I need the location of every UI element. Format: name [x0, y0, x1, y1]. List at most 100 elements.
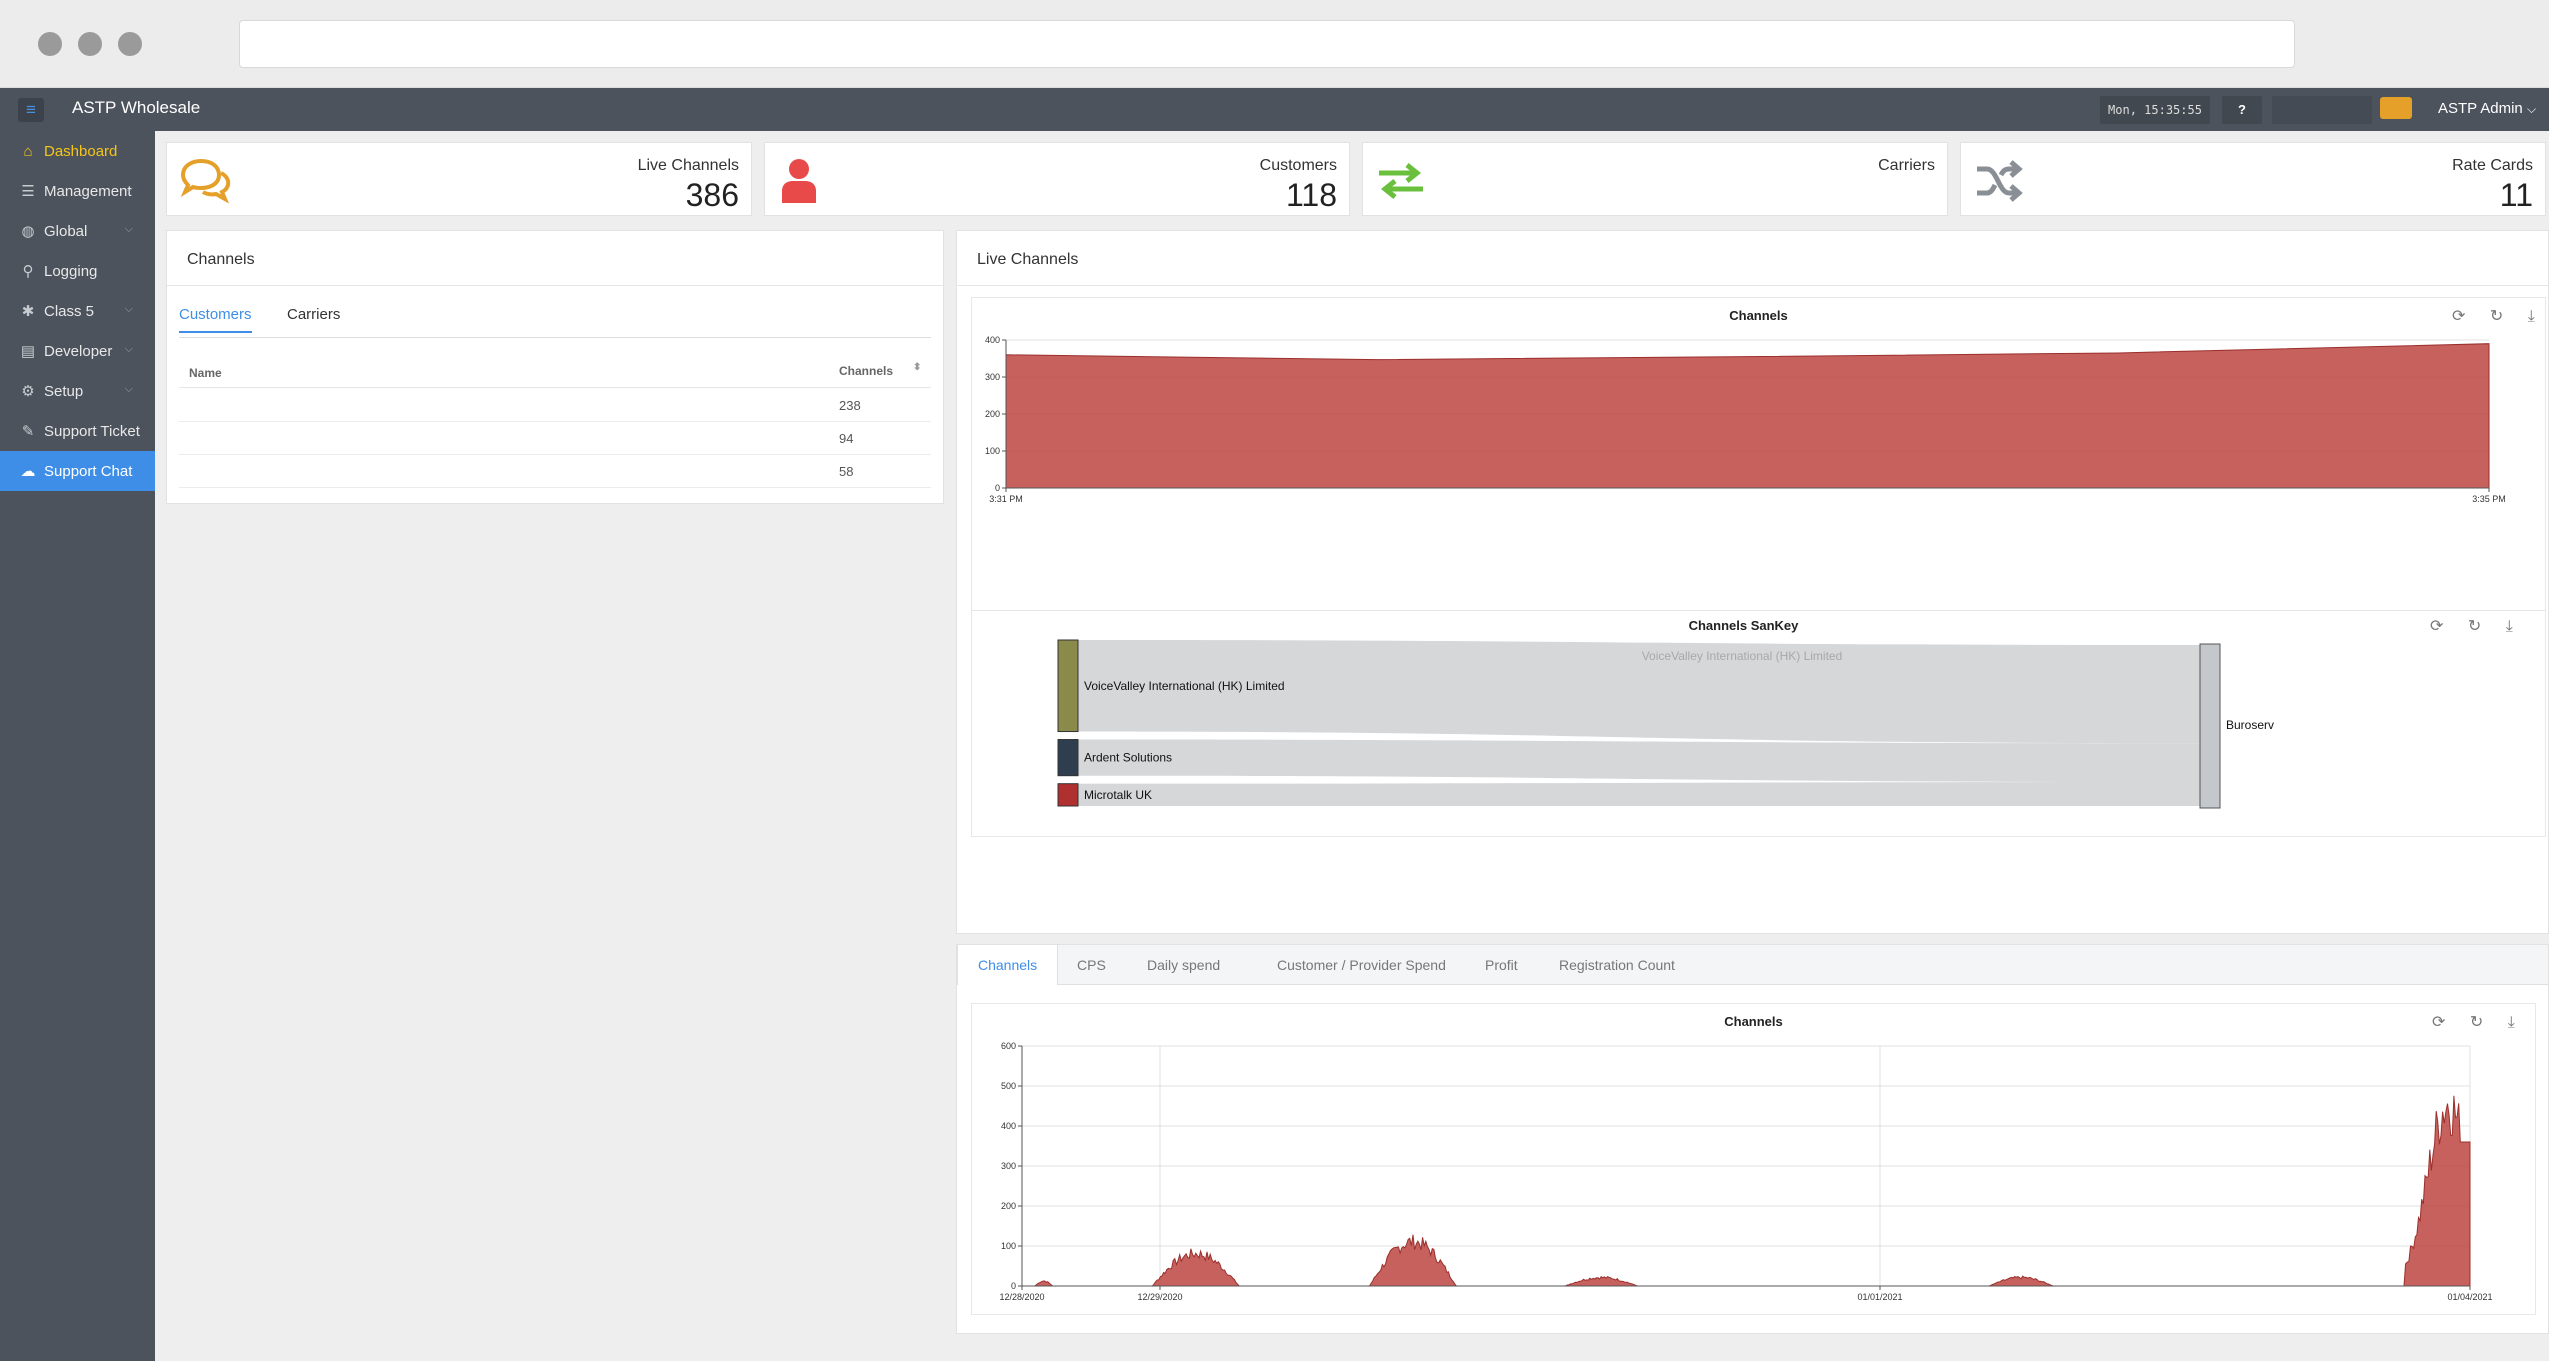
table-row[interactable]: 94	[179, 422, 931, 455]
divider	[972, 610, 2545, 611]
user-icon	[782, 159, 816, 203]
y-tick-label: 300	[1001, 1161, 1016, 1171]
cogs-icon: ⚙	[21, 383, 35, 400]
stat-label: Customers	[1259, 157, 1337, 174]
help-button[interactable]: ?	[2222, 96, 2262, 124]
file-code-icon: ▤	[20, 343, 36, 360]
list-icon: ☰	[21, 183, 35, 200]
stat-card-rate-cards[interactable]: Rate Cards 11	[1960, 142, 2546, 216]
y-tick-label: 0	[1011, 1281, 1016, 1291]
window-maximize-dot[interactable]	[118, 32, 142, 56]
sankey-link	[1078, 739, 2200, 783]
sidebar-item-support-chat[interactable]: ☁ Support Chat	[0, 451, 155, 491]
channels-sankey-chart: VoiceValley International (HK) Limited Ar…	[1057, 639, 2274, 809]
row-channels: 238	[839, 398, 861, 413]
sidebar-item-label: Developer	[44, 342, 113, 360]
y-tick-label: 200	[985, 409, 1000, 419]
channels-tabs: Customers Carriers	[179, 306, 931, 338]
ticket-icon: ✎	[21, 423, 35, 440]
sankey-node-label: Microtalk UK	[1084, 788, 1152, 802]
sidebar-item-management[interactable]: ☰ Management ⌵	[0, 171, 155, 211]
stat-value: 386	[685, 177, 739, 213]
live-channels-panel: Live Channels Channels ⟳ ↻ ⤓ 0 100 200 300 4…	[956, 230, 2549, 934]
sidebar-item-label: Dashboard	[44, 142, 118, 160]
sidebar-item-setup[interactable]: ⚙ Setup ⌵	[0, 371, 155, 411]
tab-customer-provider-spend[interactable]: Customer / Provider Spend	[1257, 945, 1466, 985]
chart-title: Channels	[1724, 1014, 1783, 1029]
sidebar-item-label: Class 5	[44, 302, 95, 320]
sankey-node-label: Ardent Solutions	[1084, 751, 1172, 765]
shuffle-icon	[1977, 160, 2023, 202]
column-header-name[interactable]: Name	[189, 366, 222, 380]
stat-card-customers[interactable]: Customers 118	[764, 142, 1350, 216]
sidebar-item-logging[interactable]: ⚲ Logging	[0, 251, 155, 291]
channels-panel: Channels Customers Carriers Name Channel…	[166, 230, 944, 504]
user-name: ASTP Admin	[2438, 100, 2523, 117]
sidebar-item-developer[interactable]: ▤ Developer ⌵	[0, 331, 155, 371]
chart-tools[interactable]: ⟳ ↻ ⤓	[2452, 306, 2545, 326]
panel-title: Live Channels	[977, 251, 1079, 268]
chevron-down-icon: ⌵	[124, 223, 133, 235]
row-channels: 94	[839, 431, 854, 446]
history-chart-card: Channels ⟳ ↻ ⤓ 0 100 200 300 400 500 600 12/28/…	[971, 1003, 2536, 1315]
sankey-node-label: VoiceValley International (HK) Limited	[1084, 679, 1285, 693]
sidebar-item-label: Support Ticket	[44, 422, 140, 440]
sidebar-item-label: Management	[44, 182, 132, 200]
clock-display: Mon, 15:35:55	[2100, 96, 2210, 124]
divider	[957, 285, 2548, 286]
window-minimize-dot[interactable]	[78, 32, 102, 56]
tab-carriers[interactable]: Carriers	[287, 306, 340, 331]
sidebar-item-global[interactable]: ◍ Global ⌵	[0, 211, 155, 251]
browser-chrome	[0, 0, 2549, 88]
user-menu[interactable]: ASTP Admin ⌵	[2438, 100, 2536, 117]
sankey-node	[2199, 643, 2221, 809]
chevron-down-icon: ⌵	[124, 183, 133, 195]
panel-title: Channels	[187, 251, 255, 268]
top-blank-field	[2272, 96, 2372, 124]
sidebar-item-support-ticket[interactable]: ✎ Support Ticket	[0, 411, 155, 451]
search-icon: ⚲	[22, 263, 34, 280]
stat-card-live-channels[interactable]: Live Channels 386	[166, 142, 752, 216]
x-tick-label: 01/01/2021	[1857, 1292, 1902, 1302]
table-header: Name Channels ⬍	[179, 356, 931, 388]
y-tick-label: 100	[985, 446, 1000, 456]
stat-value: 118	[1285, 177, 1337, 213]
x-tick-label: 3:31 PM	[989, 494, 1023, 504]
column-header-channels[interactable]: Channels	[839, 364, 893, 378]
tab-profit[interactable]: Profit	[1465, 945, 1538, 985]
table-row[interactable]: 238	[179, 389, 931, 422]
menu-toggle-icon[interactable]: ≡	[18, 98, 44, 122]
y-tick-label: 300	[985, 372, 1000, 382]
address-bar[interactable]	[239, 20, 2295, 68]
chat-bubbles-icon	[180, 158, 231, 204]
table-row[interactable]: 58	[179, 455, 931, 488]
stat-label: Carriers	[1878, 157, 1935, 174]
chart-tools[interactable]: ⟳ ↻ ⤓	[2432, 1012, 2525, 1032]
home-icon: ⌂	[23, 142, 33, 160]
sidebar-item-class5[interactable]: ✱ Class 5 ⌵	[0, 291, 155, 331]
stat-card-carriers[interactable]: Carriers	[1362, 142, 1948, 216]
sort-icon[interactable]: ⬍	[913, 362, 921, 373]
y-tick-label: 200	[1001, 1201, 1016, 1211]
tab-daily-spend[interactable]: Daily spend	[1127, 945, 1240, 985]
history-tabs: Channels CPS Daily spend Customer / Prov…	[957, 945, 2548, 985]
tab-cps[interactable]: CPS	[1057, 945, 1126, 985]
tab-registration-count[interactable]: Registration Count	[1539, 945, 1695, 985]
x-tick-label: 12/28/2020	[999, 1292, 1044, 1302]
y-tick-label: 100	[1001, 1241, 1016, 1251]
y-tick-label: 0	[995, 483, 1000, 493]
area-series	[1005, 343, 2490, 489]
tab-customers[interactable]: Customers	[179, 306, 252, 333]
stat-value: 11	[2499, 177, 2533, 213]
chevron-down-icon: ⌵	[2526, 102, 2537, 116]
sankey-node	[1057, 783, 1079, 807]
flag-icon[interactable]	[2380, 97, 2412, 119]
tab-channels[interactable]: Channels	[957, 945, 1059, 985]
sidebar-item-label: Global	[44, 222, 88, 240]
sankey-link	[1078, 782, 2200, 806]
window-close-dot[interactable]	[38, 32, 62, 56]
divider	[167, 285, 943, 286]
chart-title: Channels	[1729, 308, 1788, 323]
sidebar-item-dashboard[interactable]: ⌂ Dashboard	[0, 131, 155, 171]
charts-container: Channels ⟳ ↻ ⤓ 0 100 200 300 400 3:31 PM 3:35 …	[971, 297, 2546, 837]
